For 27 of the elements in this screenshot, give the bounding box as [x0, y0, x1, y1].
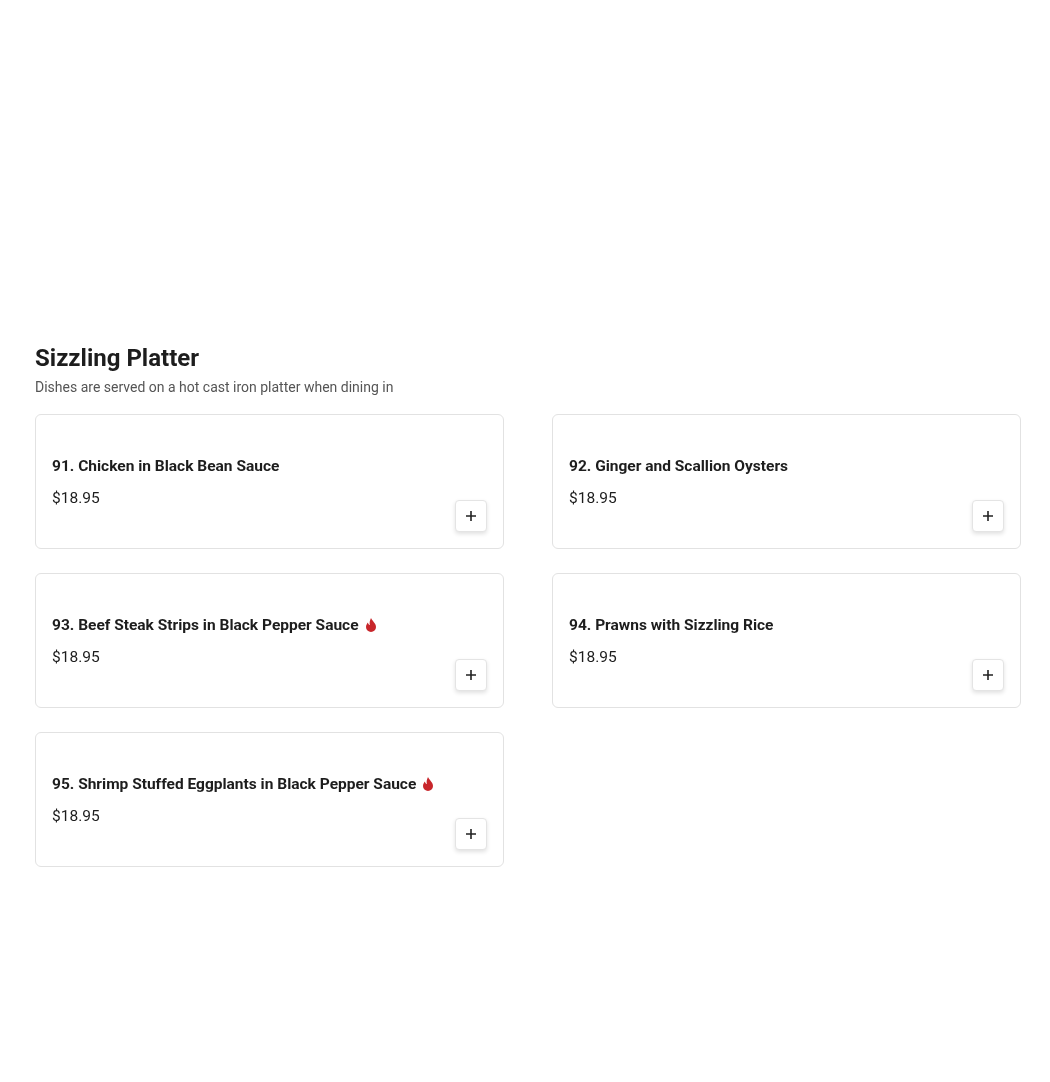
dish-name: 93. Beef Steak Strips in Black Pepper Sauce [52, 616, 359, 634]
add-button[interactable] [455, 818, 487, 850]
dish-name: 92. Ginger and Scallion Oysters [569, 457, 789, 475]
dish-price: $18.95 [52, 489, 101, 507]
menu-item-card[interactable]: 91. Chicken in Black Bean Sauce $18.95 [35, 414, 504, 549]
plus-icon [983, 670, 993, 680]
section-description: Dishes are served on a hot cast iron platter when dining in [35, 378, 395, 396]
add-button[interactable] [972, 659, 1004, 691]
add-button[interactable] [455, 659, 487, 691]
add-button[interactable] [455, 500, 487, 532]
dish-price: $18.95 [52, 648, 101, 666]
dish-price: $18.95 [569, 489, 618, 507]
plus-icon [466, 511, 476, 521]
dish-name: 91. Chicken in Black Bean Sauce [52, 457, 280, 475]
menu-item-card[interactable]: 92. Ginger and Scallion Oysters $18.95 [552, 414, 1021, 549]
dish-name: 94. Prawns with Sizzling Rice [569, 616, 774, 634]
plus-icon [466, 829, 476, 839]
dish-price: $18.95 [52, 807, 101, 825]
menu-item-card[interactable]: 93. Beef Steak Strips in Black Pepper Sauce $18.95 [35, 573, 504, 708]
menu-item-card[interactable]: 94. Prawns with Sizzling Rice $18.95 [552, 573, 1021, 708]
dish-name: 95. Shrimp Stuffed Eggplants in Black Pepper Sauce [52, 775, 417, 793]
menu-item-card[interactable]: 95. Shrimp Stuffed Eggplants in Black Pepper Sauce $18.95 [35, 732, 504, 867]
plus-icon [466, 670, 476, 680]
section-title: Sizzling Platter [35, 343, 201, 374]
add-button[interactable] [972, 500, 1004, 532]
plus-icon [983, 511, 993, 521]
dish-price: $18.95 [569, 648, 618, 666]
